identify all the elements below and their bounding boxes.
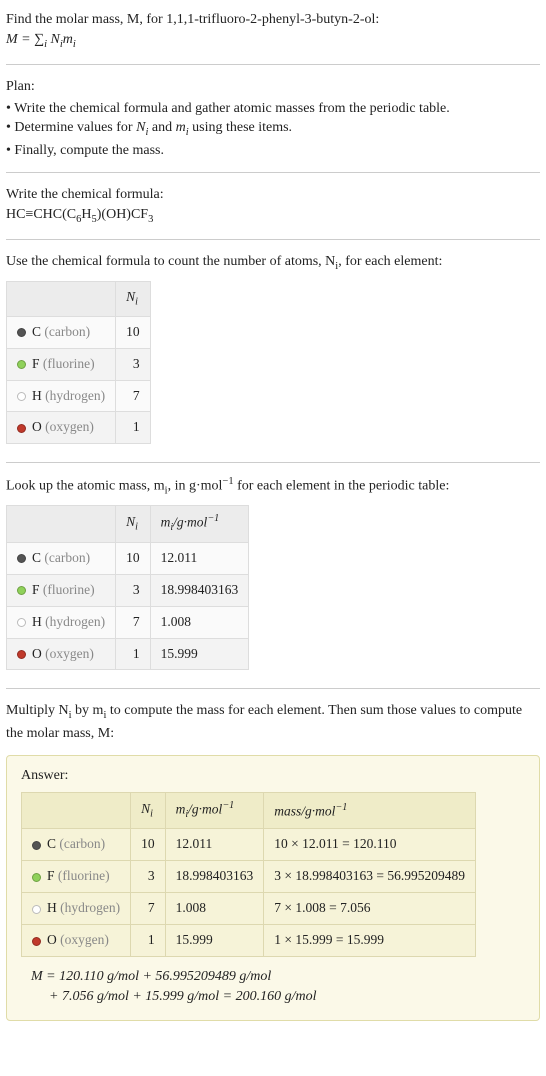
atomic-block: Look up the atomic mass, mi, in g·mol−1 …	[6, 471, 540, 680]
divider	[6, 239, 540, 240]
plan-heading: Plan:	[6, 77, 540, 97]
plan-item: Finally, compute the mass.	[6, 141, 540, 161]
plan-list: Write the chemical formula and gather at…	[6, 99, 540, 161]
element-dot-icon	[32, 873, 41, 882]
divider	[6, 64, 540, 65]
element-dot-icon	[17, 586, 26, 595]
m-cell: 15.999	[165, 925, 264, 957]
element-cell: F (fluorine)	[7, 348, 116, 380]
intro-block: Find the molar mass, M, for 1,1,1-triflu…	[6, 6, 540, 56]
m-cell: 18.998403163	[165, 861, 264, 893]
count-heading: Use the chemical formula to count the nu…	[6, 252, 540, 274]
n-cell: 7	[116, 606, 151, 638]
answer-box: Answer: Ni mi/g·mol−1 mass/g·mol−1 C (ca…	[6, 755, 540, 1021]
n-cell: 10	[116, 542, 151, 574]
n-cell: 3	[131, 861, 166, 893]
n-cell: 1	[116, 412, 151, 444]
count-table: Ni C (carbon) 10 F (fluorine) 3 H (hydro…	[6, 281, 151, 444]
chemformula-value: HC≡CHC(C6H5)(OH)CF3	[6, 205, 540, 227]
plan-item: Write the chemical formula and gather at…	[6, 99, 540, 119]
col-element	[7, 506, 116, 542]
n-cell: 3	[116, 574, 151, 606]
table-row: F (fluorine) 3 18.998403163	[7, 574, 249, 606]
molar-mass-formula: M = ∑i Nimi	[6, 30, 540, 52]
table-row: O (oxygen) 1	[7, 412, 151, 444]
n-cell: 3	[116, 348, 151, 380]
n-cell: 7	[116, 380, 151, 412]
col-n: Ni	[116, 281, 151, 316]
divider	[6, 172, 540, 173]
m-cell: 12.011	[150, 542, 249, 574]
plan-item: Determine values for Ni and mi using the…	[6, 118, 540, 140]
intro-line: Find the molar mass, M, for 1,1,1-triflu…	[6, 10, 540, 30]
plan-block: Plan: Write the chemical formula and gat…	[6, 73, 540, 164]
table-row: H (hydrogen) 7 1.008	[7, 606, 249, 638]
table-row: H (hydrogen) 7	[7, 380, 151, 412]
m-cell: 1.008	[150, 606, 249, 638]
mass-cell: 3 × 18.998403163 = 56.995209489	[264, 861, 476, 893]
element-dot-icon	[17, 554, 26, 563]
element-cell: O (oxygen)	[22, 925, 131, 957]
element-dot-icon	[32, 905, 41, 914]
element-cell: H (hydrogen)	[7, 606, 116, 638]
chemformula-block: Write the chemical formula: HC≡CHC(C6H5)…	[6, 181, 540, 231]
molar-sum-line-2: + 7.056 g/mol + 15.999 g/mol = 200.160 g…	[49, 987, 525, 1007]
m-cell: 1.008	[165, 893, 264, 925]
element-dot-icon	[32, 841, 41, 850]
element-cell: C (carbon)	[22, 829, 131, 861]
divider	[6, 688, 540, 689]
element-cell: O (oxygen)	[7, 638, 116, 670]
answer-label: Answer:	[21, 766, 525, 786]
mass-cell: 7 × 1.008 = 7.056	[264, 893, 476, 925]
multiply-heading: Multiply Ni by mi to compute the mass fo…	[6, 701, 540, 743]
table-row: H (hydrogen) 7 1.008 7 × 1.008 = 7.056	[22, 893, 476, 925]
col-element	[7, 281, 116, 316]
col-m: mi/g·mol−1	[150, 506, 249, 542]
element-dot-icon	[17, 618, 26, 627]
m-cell: 18.998403163	[150, 574, 249, 606]
element-dot-icon	[17, 392, 26, 401]
molar-sum-line-1: M = 120.110 g/mol + 56.995209489 g/mol	[31, 967, 525, 987]
answer-table: Ni mi/g·mol−1 mass/g·mol−1 C (carbon) 10…	[21, 792, 476, 957]
element-dot-icon	[17, 650, 26, 659]
table-row: O (oxygen) 1 15.999	[7, 638, 249, 670]
table-row: O (oxygen) 1 15.999 1 × 15.999 = 15.999	[22, 925, 476, 957]
col-mass: mass/g·mol−1	[264, 793, 476, 829]
element-dot-icon	[32, 937, 41, 946]
table-row: F (fluorine) 3 18.998403163 3 × 18.99840…	[22, 861, 476, 893]
element-cell: C (carbon)	[7, 542, 116, 574]
atomic-heading: Look up the atomic mass, mi, in g·mol−1 …	[6, 475, 540, 499]
element-cell: O (oxygen)	[7, 412, 116, 444]
m-cell: 15.999	[150, 638, 249, 670]
element-cell: H (hydrogen)	[22, 893, 131, 925]
mass-cell: 10 × 12.011 = 120.110	[264, 829, 476, 861]
element-dot-icon	[17, 360, 26, 369]
multiply-block: Multiply Ni by mi to compute the mass fo…	[6, 697, 540, 747]
col-element	[22, 793, 131, 829]
element-cell: H (hydrogen)	[7, 380, 116, 412]
element-cell: F (fluorine)	[22, 861, 131, 893]
divider	[6, 462, 540, 463]
n-cell: 7	[131, 893, 166, 925]
col-n: Ni	[116, 506, 151, 542]
element-cell: F (fluorine)	[7, 574, 116, 606]
col-n: Ni	[131, 793, 166, 829]
n-cell: 1	[131, 925, 166, 957]
n-cell: 1	[116, 638, 151, 670]
chemformula-heading: Write the chemical formula:	[6, 185, 540, 205]
table-row: C (carbon) 10 12.011 10 × 12.011 = 120.1…	[22, 829, 476, 861]
m-cell: 12.011	[165, 829, 264, 861]
n-cell: 10	[116, 316, 151, 348]
atomic-table: Ni mi/g·mol−1 C (carbon) 10 12.011 F (fl…	[6, 505, 249, 670]
mass-cell: 1 × 15.999 = 15.999	[264, 925, 476, 957]
element-dot-icon	[17, 328, 26, 337]
n-cell: 10	[131, 829, 166, 861]
table-row: C (carbon) 10	[7, 316, 151, 348]
count-block: Use the chemical formula to count the nu…	[6, 248, 540, 454]
table-row: C (carbon) 10 12.011	[7, 542, 249, 574]
table-row: F (fluorine) 3	[7, 348, 151, 380]
element-dot-icon	[17, 424, 26, 433]
element-cell: C (carbon)	[7, 316, 116, 348]
col-m: mi/g·mol−1	[165, 793, 264, 829]
